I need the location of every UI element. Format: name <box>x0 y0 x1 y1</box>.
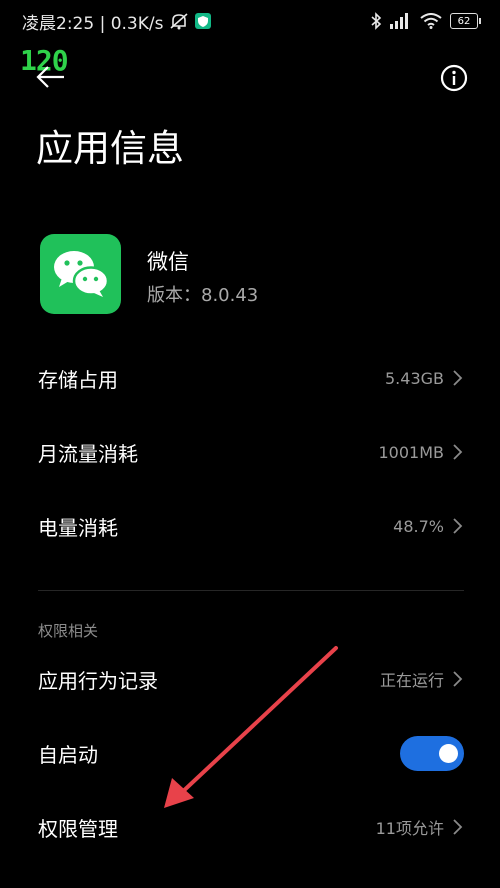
back-arrow-icon[interactable] <box>34 60 68 94</box>
chevron-right-icon <box>453 370 463 386</box>
row-right: 5.43GB <box>385 369 464 388</box>
app-version: 版本：8.0.43 <box>147 285 259 306</box>
row-value: 11项允许 <box>375 819 444 838</box>
chevron-right-icon <box>453 671 463 687</box>
chevron-right-icon <box>453 819 463 835</box>
signal-icon <box>390 13 408 29</box>
autostart-toggle[interactable] <box>400 735 464 771</box>
chevron-right-icon <box>453 444 463 460</box>
permission-management-row[interactable]: 权限管理 11项允许 <box>0 799 500 855</box>
section-header-permissions: 权限相关 <box>38 622 99 640</box>
status-bar: 凌晨2:25 | 0.3K/s 62 <box>0 0 500 42</box>
row-label: 电量消耗 <box>38 515 118 540</box>
row-right: 11项允许 <box>376 815 464 839</box>
row-value: 5.43GB <box>385 368 444 388</box>
app-behavior-record-row[interactable]: 应用行为记录 正在运行 <box>0 651 500 707</box>
battery-level: 62 <box>457 15 471 27</box>
wifi-icon <box>420 13 442 29</box>
row-label: 应用行为记录 <box>38 668 158 693</box>
status-time: 凌晨2:25 | 0.3K/s <box>22 13 164 34</box>
info-icon[interactable] <box>438 62 470 94</box>
data-usage-row[interactable]: 月流量消耗 1001MB <box>0 424 500 480</box>
autostart-row: 自启动 <box>0 725 500 781</box>
wechat-icon <box>40 234 121 314</box>
toggle-knob <box>439 743 458 763</box>
security-shield-icon <box>195 13 212 29</box>
battery-icon: 62 <box>450 13 481 29</box>
row-value: 48.7% <box>393 516 444 536</box>
chevron-right-icon <box>453 518 463 534</box>
battery-usage-row[interactable]: 电量消耗 48.7% <box>0 498 500 554</box>
do-not-disturb-icon <box>170 13 189 30</box>
page-title: 应用信息 <box>36 127 184 170</box>
row-label: 月流量消耗 <box>38 441 138 466</box>
divider <box>38 590 464 591</box>
row-label: 自启动 <box>38 742 98 767</box>
row-right: 正在运行 <box>380 667 464 691</box>
status-right: 62 <box>370 12 481 30</box>
row-label: 权限管理 <box>38 816 118 841</box>
bluetooth-icon <box>371 12 382 30</box>
row-value: 正在运行 <box>379 671 444 690</box>
status-left: 凌晨2:25 | 0.3K/s <box>22 9 212 34</box>
row-value: 1001MB <box>378 442 445 462</box>
app-name: 微信 <box>147 250 189 274</box>
row-right: 48.7% <box>393 517 464 536</box>
row-right: 1001MB <box>379 443 465 462</box>
row-label: 存储占用 <box>38 367 118 392</box>
storage-row[interactable]: 存储占用 5.43GB <box>0 350 500 406</box>
